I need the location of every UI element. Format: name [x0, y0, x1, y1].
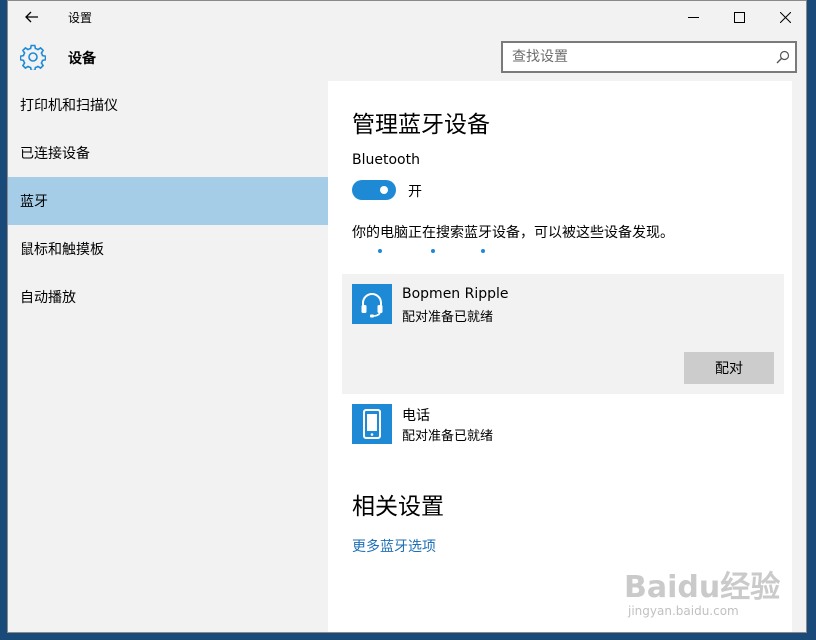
close-icon	[779, 11, 791, 23]
sidebar-item-label: 蓝牙	[20, 194, 48, 210]
section-title: 管理蓝牙设备	[352, 112, 490, 138]
pair-button[interactable]: 配对	[684, 352, 774, 384]
sidebar-item-label: 已连接设备	[20, 146, 90, 162]
maximize-icon	[733, 11, 745, 23]
scrollbar-track[interactable]	[792, 81, 806, 632]
more-bluetooth-options-link[interactable]: 更多蓝牙选项	[352, 536, 436, 556]
searching-status-text: 你的电脑正在搜索蓝牙设备，可以被这些设备发现。	[352, 225, 674, 241]
device-status: 配对准备已就绪	[402, 310, 494, 325]
settings-window: 设置 设备 查找设置 打印机和扫描仪 已连接设备 蓝牙 鼠标和触摸板 自动播放 …	[7, 0, 807, 633]
sidebar: 打印机和扫描仪 已连接设备 蓝牙 鼠标和触摸板 自动播放	[8, 81, 328, 632]
page-title: 设备	[68, 51, 96, 67]
sidebar-item-mouse-touchpad[interactable]: 鼠标和触摸板	[8, 225, 328, 273]
gear-icon	[20, 44, 46, 70]
related-settings-title: 相关设置	[352, 494, 444, 520]
search-input[interactable]	[503, 43, 771, 71]
toggle-state-label: 开	[408, 184, 422, 200]
search-icon[interactable]	[771, 45, 795, 69]
headset-icon	[352, 284, 392, 324]
device-name: 电话	[402, 408, 430, 424]
minimize-button[interactable]	[670, 1, 716, 33]
search-box[interactable]	[501, 41, 797, 73]
minimize-icon	[687, 16, 699, 18]
sidebar-item-autoplay[interactable]: 自动播放	[8, 273, 328, 321]
watermark-url: jingyan.baidu.com	[628, 604, 739, 618]
sidebar-item-label: 鼠标和触摸板	[20, 242, 104, 258]
maximize-button[interactable]	[716, 1, 762, 33]
progress-dot	[431, 249, 435, 253]
back-button[interactable]	[20, 5, 44, 29]
watermark-brand: Baidu经验	[624, 570, 781, 605]
progress-dot	[378, 249, 382, 253]
toggle-knob	[380, 186, 388, 194]
device-item-bopmen-ripple[interactable]: Bopmen Ripple 配对准备已就绪 配对	[342, 274, 784, 394]
baidu-watermark: Baidu经验 jingyan.baidu.com	[622, 556, 782, 626]
window-title: 设置	[68, 11, 93, 25]
sidebar-item-printers[interactable]: 打印机和扫描仪	[8, 81, 328, 129]
sidebar-item-bluetooth[interactable]: 蓝牙	[8, 177, 328, 225]
device-status: 配对准备已就绪	[402, 429, 494, 444]
progress-dot	[481, 249, 485, 253]
device-item-phone[interactable]: 电话 配对准备已就绪	[342, 401, 784, 451]
bluetooth-toggle[interactable]	[352, 180, 396, 200]
sidebar-item-label: 自动播放	[20, 290, 76, 306]
settings-header: 设备	[8, 33, 806, 81]
phone-icon	[352, 404, 392, 444]
bluetooth-label: Bluetooth	[352, 152, 420, 168]
sidebar-item-label: 打印机和扫描仪	[20, 98, 118, 114]
title-bar: 设置	[8, 1, 806, 33]
back-arrow-icon	[25, 11, 38, 23]
content-pane: 管理蓝牙设备 Bluetooth 开 你的电脑正在搜索蓝牙设备，可以被这些设备发…	[328, 81, 792, 632]
close-button[interactable]	[762, 1, 806, 33]
sidebar-item-connected-devices[interactable]: 已连接设备	[8, 129, 328, 177]
device-name: Bopmen Ripple	[402, 286, 509, 302]
